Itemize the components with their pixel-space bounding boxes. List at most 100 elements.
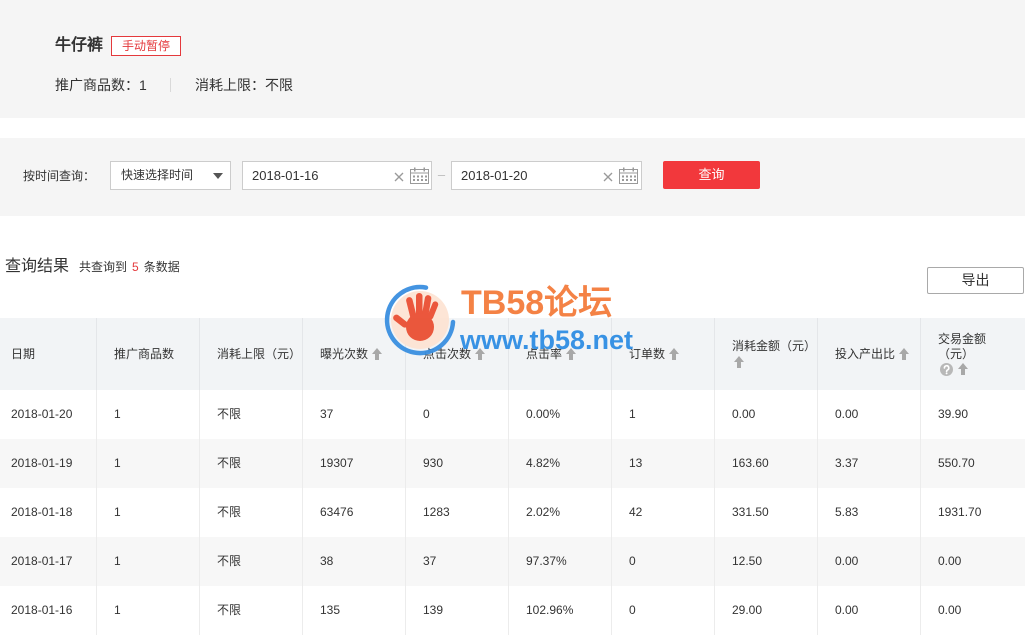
column-header-label: 点击次数 bbox=[423, 346, 472, 361]
cell-ctr: 2.02% bbox=[509, 488, 612, 537]
column-header-label: 消耗上限（元） bbox=[217, 346, 302, 361]
column-header-icons bbox=[899, 347, 910, 362]
cell-spend-limit: 不限 bbox=[200, 439, 303, 488]
start-date-input[interactable] bbox=[252, 162, 386, 189]
sort-arrow-icon[interactable] bbox=[372, 348, 383, 360]
column-header-spend[interactable]: 消耗金额（元） bbox=[715, 318, 818, 390]
cell-orders: 42 bbox=[612, 488, 715, 537]
table-row: 2018-01-16 1 不限 135 139 102.96% 0 29.00 0.00 0.00 bbox=[0, 586, 1025, 635]
column-header-roi[interactable]: 投入产出比 bbox=[818, 318, 921, 390]
caret-down-icon[interactable] bbox=[213, 173, 223, 179]
column-header-orders[interactable]: 订单数 bbox=[612, 318, 715, 390]
column-header-label: 订单数 bbox=[629, 346, 666, 361]
quick-time-select[interactable]: 快速选择时间 bbox=[110, 161, 231, 190]
spend-limit: 消耗上限：不限 bbox=[195, 76, 293, 94]
table-row: 2018-01-20 1 不限 37 0 0.00% 1 0.00 0.00 39.90 bbox=[0, 390, 1025, 439]
date-range-separator: – bbox=[437, 167, 446, 182]
cell-date: 2018-01-18 bbox=[0, 488, 97, 537]
start-date-field[interactable] bbox=[242, 161, 432, 190]
export-button[interactable]: 导出 bbox=[927, 267, 1024, 294]
cell-date: 2018-01-19 bbox=[0, 439, 97, 488]
cell-roi: 5.83 bbox=[818, 488, 921, 537]
cell-orders: 0 bbox=[612, 586, 715, 635]
cell-roi: 0.00 bbox=[818, 586, 921, 635]
cell-ctr: 102.96% bbox=[509, 586, 612, 635]
table-row: 2018-01-18 1 不限 63476 1283 2.02% 42 331.50 5.83 1… bbox=[0, 488, 1025, 537]
cell-ctr: 0.00% bbox=[509, 390, 612, 439]
column-header-icons bbox=[734, 354, 744, 369]
cell-spend: 12.50 bbox=[715, 537, 818, 586]
results-count-number: 5 bbox=[132, 260, 139, 274]
cell-clicks: 0 bbox=[406, 390, 509, 439]
results-count-prefix: 共查询到 bbox=[79, 260, 128, 274]
cell-spend: 0.00 bbox=[715, 390, 818, 439]
cell-clicks: 930 bbox=[406, 439, 509, 488]
cell-promoted-count: 1 bbox=[97, 586, 200, 635]
cell-impressions: 38 bbox=[303, 537, 406, 586]
column-header-label: 曝光次数 bbox=[320, 346, 369, 361]
cell-clicks: 1283 bbox=[406, 488, 509, 537]
calendar-icon[interactable] bbox=[619, 167, 638, 184]
column-header-ctr[interactable]: 点击率 bbox=[509, 318, 612, 390]
table-row: 2018-01-19 1 不限 19307 930 4.82% 13 163.60 3.37 55… bbox=[0, 439, 1025, 488]
sort-arrow-icon[interactable] bbox=[958, 363, 968, 375]
column-header-label: 投入产出比 bbox=[835, 346, 896, 361]
column-header-icons bbox=[566, 347, 577, 362]
cell-gmv: 0.00 bbox=[938, 603, 962, 617]
query-button[interactable]: 查询 bbox=[663, 161, 760, 189]
end-date-input[interactable] bbox=[461, 162, 595, 189]
cell-impressions: 63476 bbox=[303, 488, 406, 537]
cell-clicks: 139 bbox=[406, 586, 509, 635]
cell-orders: 1 bbox=[612, 390, 715, 439]
column-header-gmv[interactable]: 交易金额（元） bbox=[921, 318, 1025, 390]
clear-icon[interactable] bbox=[393, 170, 405, 182]
cell-clicks: 37 bbox=[406, 537, 509, 586]
clear-icon[interactable] bbox=[602, 170, 614, 182]
cell-spend: 331.50 bbox=[715, 488, 818, 537]
column-header-promoted-count: 推广商品数 bbox=[97, 318, 200, 390]
cell-promoted-count: 1 bbox=[97, 390, 200, 439]
column-header-clicks[interactable]: 点击次数 bbox=[406, 318, 509, 390]
cell-spend-limit: 不限 bbox=[200, 390, 303, 439]
cell-gmv: 0.00 bbox=[938, 554, 962, 568]
cell-gmv: 550.70 bbox=[938, 456, 975, 470]
cell-spend: 29.00 bbox=[715, 586, 818, 635]
sort-arrow-icon[interactable] bbox=[566, 348, 577, 360]
column-header-impressions[interactable]: 曝光次数 bbox=[303, 318, 406, 390]
cell-impressions: 135 bbox=[303, 586, 406, 635]
cell-promoted-count: 1 bbox=[97, 488, 200, 537]
cell-date: 2018-01-20 bbox=[0, 390, 97, 439]
cell-ctr: 4.82% bbox=[509, 439, 612, 488]
cell-impressions: 37 bbox=[303, 390, 406, 439]
date-filter-bar: 按时间查询： 快速选择时间 – bbox=[0, 138, 1025, 216]
meta-divider bbox=[170, 78, 171, 92]
spend-limit-label: 消耗上限： bbox=[195, 77, 265, 93]
column-header-label: 点击率 bbox=[526, 346, 563, 361]
filter-label: 按时间查询： bbox=[23, 169, 96, 183]
table-row: 2018-01-17 1 不限 38 37 97.37% 0 12.50 0.00 0.00 bbox=[0, 537, 1025, 586]
table-header-row: 日期 推广商品数 消耗上限（元） 曝光次数 点击次数 点击率 订单数 消耗金额（元） 投入产出比… bbox=[0, 318, 1025, 390]
table-body: 2018-01-20 1 不限 37 0 0.00% 1 0.00 0.00 39.90 2018-… bbox=[0, 390, 1025, 635]
cell-roi: 3.37 bbox=[818, 439, 921, 488]
cell-gmv: 1931.70 bbox=[938, 505, 982, 519]
results-count: 共查询到 5 条数据 bbox=[79, 259, 180, 275]
cell-orders: 13 bbox=[612, 439, 715, 488]
calendar-icon[interactable] bbox=[410, 167, 429, 184]
cell-promoted-count: 1 bbox=[97, 537, 200, 586]
results-count-suffix: 条数据 bbox=[143, 260, 180, 274]
end-date-field[interactable] bbox=[451, 161, 642, 190]
cell-spend: 163.60 bbox=[715, 439, 818, 488]
quick-time-select-value: 快速选择时间 bbox=[121, 168, 194, 182]
column-header-icons bbox=[475, 347, 486, 362]
sort-arrow-icon[interactable] bbox=[475, 348, 486, 360]
sort-arrow-icon[interactable] bbox=[669, 348, 680, 360]
sort-arrow-icon[interactable] bbox=[734, 355, 744, 368]
column-header-label: 消耗金额（元） bbox=[732, 339, 817, 353]
column-header-label: 交易金额（元） bbox=[938, 331, 987, 361]
results-title: 查询结果 bbox=[5, 258, 70, 275]
help-icon[interactable] bbox=[940, 362, 953, 376]
column-header-spend-limit: 消耗上限（元） bbox=[200, 318, 303, 390]
sort-arrow-icon[interactable] bbox=[899, 348, 910, 360]
column-header-label: 推广商品数 bbox=[114, 346, 175, 361]
promoted-count: 推广商品数：1 bbox=[55, 76, 147, 94]
